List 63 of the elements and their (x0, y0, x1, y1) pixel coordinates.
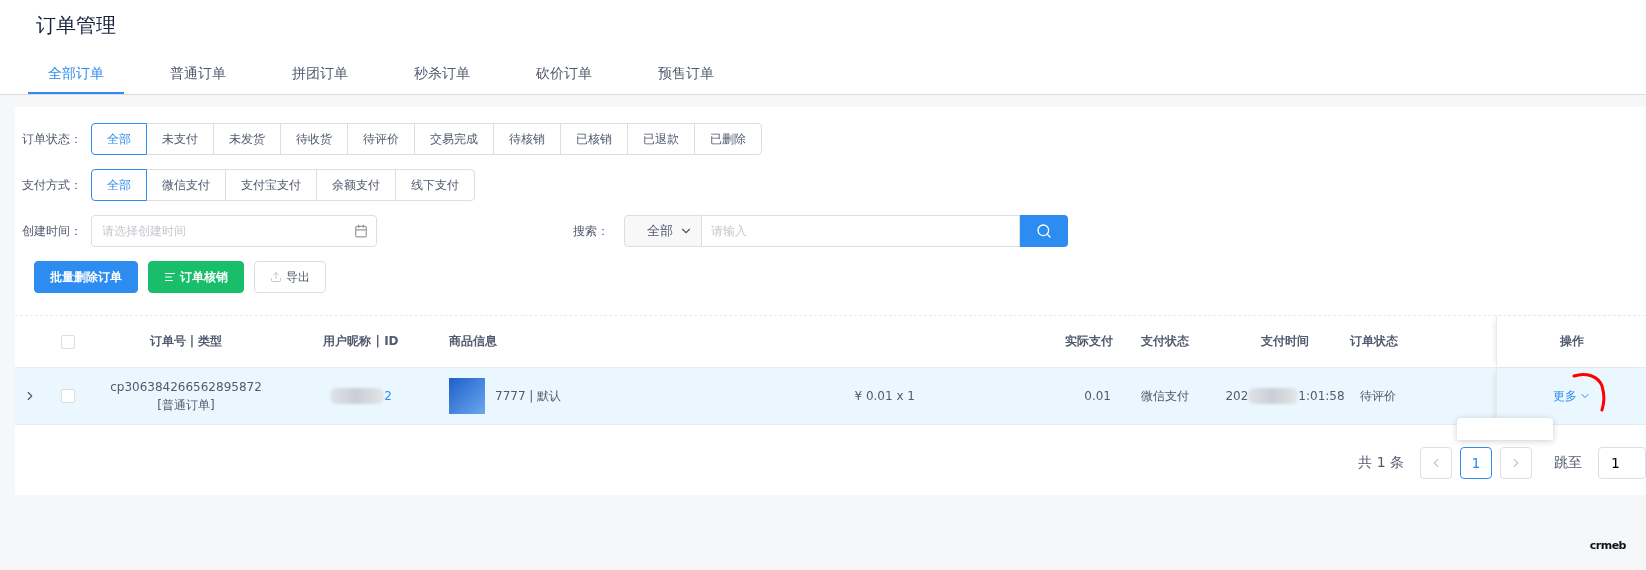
pay-time: 1:01:58 (1298, 388, 1345, 405)
paid-amount: 0.01 (1083, 388, 1112, 405)
filter-option[interactable]: 全部 (91, 169, 147, 201)
filter-option[interactable]: 待收货 (280, 123, 348, 155)
column-header: 订单号 | 类型 (148, 333, 224, 350)
total-count: 共 1 条 (1358, 454, 1404, 472)
filter-label: 支付方式： (22, 176, 83, 194)
price-quantity: ¥ 0.01 x 1 (854, 389, 915, 403)
search-scope-select[interactable]: 全部 (624, 215, 702, 247)
filter-option[interactable]: 交易完成 (414, 123, 494, 155)
row-checkbox[interactable] (61, 389, 75, 403)
calendar-icon (354, 224, 368, 238)
payment-status: 微信支付 (1140, 388, 1190, 405)
filter-option[interactable]: 未发货 (213, 123, 281, 155)
blurred-text (1248, 388, 1299, 404)
pay-time: 202 (1225, 388, 1249, 405)
filter-option[interactable]: 余额支付 (316, 169, 396, 201)
filter-option[interactable]: 已退款 (627, 123, 695, 155)
order-tab[interactable]: 全部订单 (28, 58, 124, 94)
action-button[interactable]: 导出 (254, 261, 326, 293)
search-button[interactable] (1020, 215, 1068, 247)
blurred-text (330, 388, 385, 404)
filter-label: 创建时间： (22, 222, 83, 240)
filter-option[interactable]: 线下支付 (395, 169, 475, 201)
list-icon (164, 271, 176, 283)
order-tab[interactable]: 普通订单 (150, 58, 246, 94)
order-tab[interactable]: 拼团订单 (272, 58, 368, 94)
brand-logo: crmeb (1589, 539, 1626, 552)
filter-option[interactable]: 全部 (91, 123, 147, 155)
page-button[interactable]: 1 (1460, 447, 1492, 479)
column-header: 操作 (1559, 333, 1584, 350)
order-tab[interactable]: 预售订单 (638, 58, 734, 94)
jump-label: 跳至 (1554, 454, 1582, 472)
search-icon (1036, 223, 1052, 239)
export-icon (270, 271, 282, 283)
column-header: 订单状态 (1348, 333, 1399, 350)
order-tab[interactable]: 砍价订单 (516, 58, 612, 94)
filter-option[interactable]: 微信支付 (146, 169, 226, 201)
search-label: 搜索： (573, 222, 610, 240)
filter-option[interactable]: 支付宝支付 (225, 169, 317, 201)
order-type: [普通订单] (157, 397, 215, 414)
prev-page-button[interactable] (1420, 447, 1452, 479)
product-image (449, 378, 485, 414)
page-title: 订单管理 (36, 12, 117, 39)
column-header: 支付状态 (1140, 333, 1190, 350)
next-page-button[interactable] (1500, 447, 1532, 479)
select-all-checkbox[interactable] (61, 334, 75, 349)
filter-label: 订单状态： (22, 130, 83, 148)
column-header: 实际支付 (1064, 333, 1114, 350)
column-header: 用户昵称 | ID (322, 333, 400, 350)
column-header: 支付时间 (1260, 333, 1310, 350)
filter-option[interactable]: 待评价 (347, 123, 415, 155)
jump-page-field[interactable]: 1 (1598, 447, 1646, 479)
order-number: cp306384266562895872 (110, 379, 262, 396)
order-status: 待评价 (1359, 388, 1397, 405)
column-header: 商品信息 (448, 333, 498, 350)
user-id: 2 (384, 388, 392, 405)
order-tab[interactable]: 秒杀订单 (394, 58, 490, 94)
filter-option[interactable]: 已删除 (694, 123, 762, 155)
filter-option[interactable]: 已核销 (560, 123, 628, 155)
product-name: 7777 | 默认 (495, 388, 562, 405)
filter-option[interactable]: 待核销 (493, 123, 561, 155)
filter-option[interactable]: 未支付 (146, 123, 214, 155)
